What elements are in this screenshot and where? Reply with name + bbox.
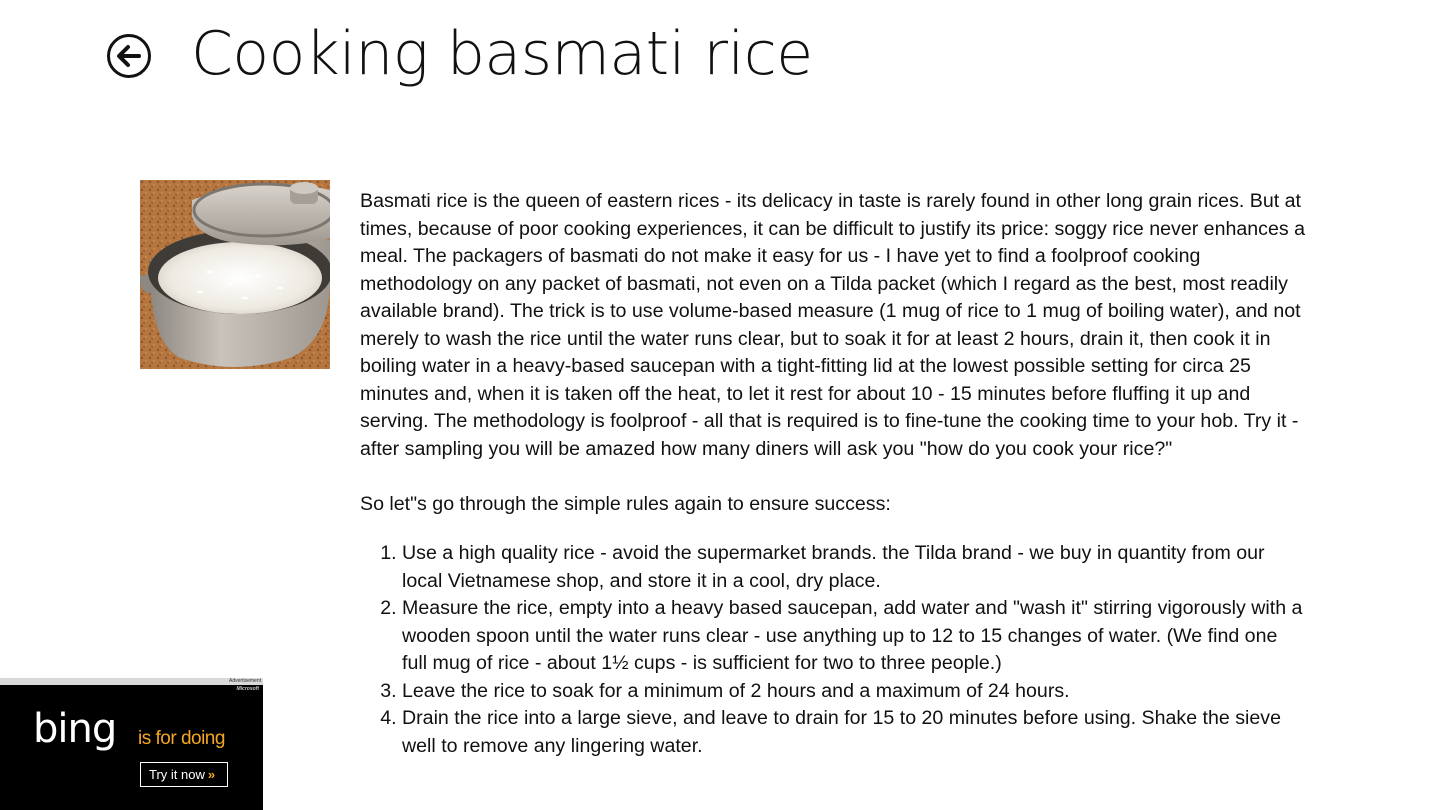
article-body: Basmati rice is the queen of eastern ric… <box>360 188 1305 782</box>
list-item: Drain the rice into a large sieve, and l… <box>402 705 1305 760</box>
list-item: Leave the rice to soak for a minimum of … <box>402 678 1305 706</box>
rules-intro: So let"s go through the simple rules aga… <box>360 492 891 515</box>
list-item: Measure the rice, empty into a heavy bas… <box>402 595 1305 678</box>
ad-brand-logo: bing <box>33 706 117 752</box>
intro-paragraph: Basmati rice is the queen of eastern ric… <box>360 190 1305 460</box>
list-item: Use a high quality rice - avoid the supe… <box>402 540 1305 595</box>
ad-sponsor: Microsoft <box>236 686 260 692</box>
back-arrow-icon <box>117 45 141 67</box>
back-button[interactable] <box>107 34 151 78</box>
ad-label: Advertisement <box>229 678 261 684</box>
recipe-photo <box>140 180 330 369</box>
ad-tagline: is for doing <box>138 728 225 749</box>
ad-try-label: Try it now <box>149 767 205 782</box>
ad-try-button[interactable]: Try it now» <box>140 762 228 787</box>
double-chevron-right-icon: » <box>207 767 216 782</box>
app-page: Cooking basmati rice Basmati rice is the… <box>0 0 1440 810</box>
page-title: Cooking basmati rice <box>191 19 813 89</box>
rules-list: Use a high quality rice - avoid the supe… <box>360 540 1305 760</box>
ad-topbar: Advertisement <box>0 678 263 685</box>
